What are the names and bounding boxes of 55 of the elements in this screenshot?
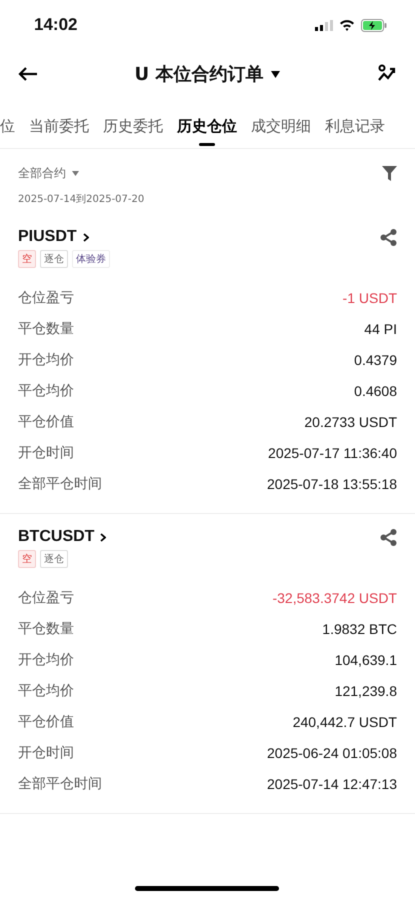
field-label: 平仓均价: [18, 382, 74, 400]
field-label: 开仓均价: [18, 650, 74, 668]
field-value: 104,639.1: [334, 652, 397, 668]
signal-icon: [315, 20, 333, 30]
field-value: 0.4379: [354, 352, 397, 368]
tag: 逐仓: [40, 550, 68, 568]
tag: 空: [18, 250, 36, 268]
field-label: 全部平仓时间: [18, 474, 102, 492]
share-icon[interactable]: [380, 228, 397, 246]
tab[interactable]: 位: [0, 113, 15, 148]
field-value: 20.2733 USDT: [304, 414, 397, 430]
status-time: 14:02: [34, 15, 78, 35]
field-label: 平仓价值: [18, 412, 74, 430]
field-value: 44 PI: [364, 320, 397, 336]
tab[interactable]: 利息记录: [325, 113, 385, 148]
field-value: 2025-06-24 01:05:08: [267, 744, 397, 760]
field-label: 平仓均价: [18, 682, 74, 700]
field-value: 1.9832 BTC: [322, 620, 397, 636]
field-value: 240,442.7 USDT: [292, 714, 397, 730]
symbol-link[interactable]: BTCUSDT: [18, 528, 94, 546]
field-value: 2025-07-14 12:47:13: [267, 776, 397, 792]
wifi-icon: [339, 19, 355, 31]
field-label: 平仓价值: [18, 712, 74, 730]
field-label: 全部平仓时间: [18, 774, 102, 792]
symbol-link[interactable]: PIUSDT: [18, 228, 77, 246]
field-label: 开仓均价: [18, 350, 74, 368]
field-value: -32,583.3742 USDT: [272, 590, 397, 606]
back-icon[interactable]: [18, 66, 38, 82]
field-label: 平仓数量: [18, 620, 74, 638]
tab[interactable]: 历史仓位: [177, 113, 237, 148]
field-value: 2025-07-18 13:55:18: [267, 476, 397, 492]
tag: 空: [18, 550, 36, 568]
chevron-icon[interactable]: [82, 232, 89, 242]
page-title[interactable]: U 本位合约订单: [134, 62, 264, 86]
date-range: 2025-07-14到2025-07-20: [18, 193, 146, 206]
field-value: 121,239.8: [334, 682, 397, 698]
tag: 逐仓: [40, 250, 68, 268]
field-value: 0.4608: [354, 382, 397, 398]
contract-filter[interactable]: 全部合约: [18, 165, 66, 182]
field-value: 2025-07-17 11:36:40: [268, 444, 397, 460]
field-label: 开仓时间: [18, 744, 74, 762]
tab[interactable]: 历史委托: [103, 113, 163, 148]
field-value: -1 USDT: [342, 290, 397, 306]
filter-icon[interactable]: [382, 166, 397, 181]
share-icon[interactable]: [380, 528, 397, 546]
tab[interactable]: 当前委托: [29, 113, 89, 148]
field-label: 仓位盈亏: [18, 588, 74, 606]
field-label: 平仓数量: [18, 320, 74, 338]
tag: 体验券: [72, 250, 110, 268]
tab[interactable]: 成交明细: [251, 113, 311, 148]
field-label: 开仓时间: [18, 444, 74, 462]
chevron-icon[interactable]: [100, 532, 106, 542]
battery-icon: [361, 18, 387, 32]
field-label: 仓位盈亏: [18, 288, 74, 306]
caret-icon[interactable]: [271, 70, 280, 78]
